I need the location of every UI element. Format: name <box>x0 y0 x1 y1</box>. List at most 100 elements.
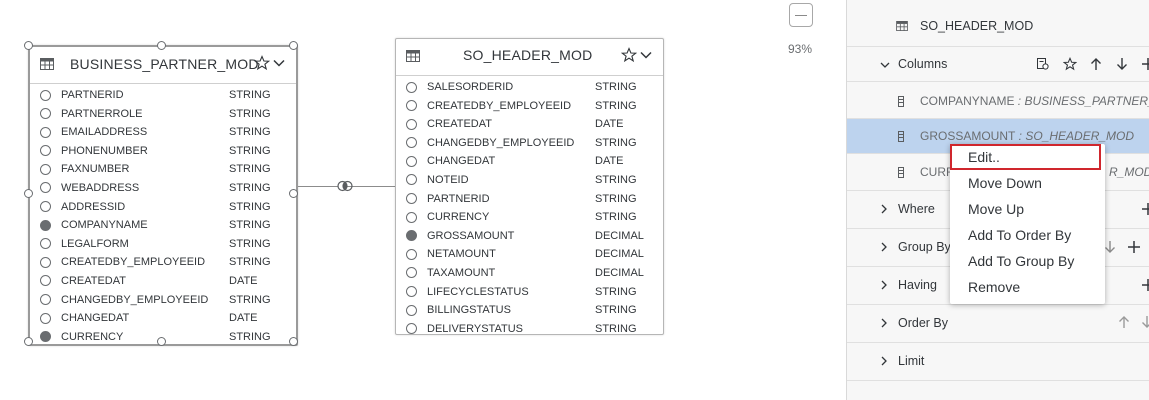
column-select-radio[interactable] <box>40 294 51 306</box>
column-select-radio[interactable] <box>40 163 51 175</box>
menu-item-remove[interactable]: Remove <box>950 274 1105 300</box>
menu-item-move-down[interactable]: Move Down <box>950 170 1105 196</box>
column-select-radio[interactable] <box>40 312 51 324</box>
column-select-radio[interactable] <box>40 219 51 231</box>
arrow-down-icon[interactable] <box>1116 57 1128 71</box>
column-row[interactable]: SALESORDERID STRING <box>396 78 663 97</box>
column-select-radio[interactable] <box>40 201 51 213</box>
chevron-down-icon[interactable] <box>879 59 891 71</box>
column-select-radio[interactable] <box>406 230 417 242</box>
menu-item-add-to-group-by[interactable]: Add To Group By <box>950 248 1105 274</box>
columns-section-header[interactable]: Columns <box>847 46 1149 82</box>
column-select-radio[interactable] <box>40 182 51 194</box>
column-select-radio[interactable] <box>406 211 417 223</box>
table-header[interactable]: SO_HEADER_MOD <box>396 39 663 76</box>
order-by-section-header[interactable]: Order By <box>847 305 1149 343</box>
resize-handle-bottom-left[interactable] <box>24 337 33 346</box>
resize-handle-top-left[interactable] <box>24 41 33 50</box>
chevron-right-icon[interactable] <box>879 203 889 215</box>
add-icon[interactable] <box>1141 57 1149 71</box>
column-row[interactable]: EMAILADDRESS STRING <box>30 123 296 142</box>
resize-handle-middle-left[interactable] <box>24 189 33 198</box>
star-icon[interactable] <box>1063 57 1077 71</box>
zoom-out-button[interactable] <box>789 3 813 27</box>
table-header[interactable]: BUSINESS_PARTNER_MOD <box>30 47 296 84</box>
arrow-down-icon[interactable] <box>1141 315 1149 329</box>
chevron-right-icon[interactable] <box>879 279 889 291</box>
column-row[interactable]: LIFECYCLESTATUS STRING <box>396 283 663 302</box>
resize-handle-bottom-right[interactable] <box>289 337 298 346</box>
resize-handle-top-right[interactable] <box>289 41 298 50</box>
table-card-so-header[interactable]: SO_HEADER_MOD SALESORDERID STRING CREATEDB… <box>395 38 664 335</box>
calculated-column-icon[interactable] <box>1036 57 1049 70</box>
column-row[interactable]: CHANGEDAT DATE <box>396 152 663 171</box>
column-row[interactable]: NOTEID STRING <box>396 171 663 190</box>
column-row[interactable]: TAXAMOUNT DECIMAL <box>396 264 663 283</box>
column-select-radio[interactable] <box>40 89 51 101</box>
column-row[interactable]: CURRENCY STRING <box>396 208 663 227</box>
column-select-radio[interactable] <box>40 275 51 287</box>
resize-handle-middle-right[interactable] <box>289 189 298 198</box>
column-row[interactable]: NETAMOUNT DECIMAL <box>396 245 663 264</box>
column-row[interactable]: CHANGEDAT DATE <box>30 309 296 328</box>
chevron-down-icon[interactable] <box>272 56 286 70</box>
menu-item-add-to-order-by[interactable]: Add To Order By <box>950 222 1105 248</box>
inner-join-icon[interactable] <box>337 180 353 192</box>
column-row[interactable]: CHANGEDBY_EMPLOYEEID STRING <box>30 291 296 310</box>
column-select-radio[interactable] <box>406 286 417 298</box>
column-select-radio[interactable] <box>406 304 417 316</box>
limit-section-header[interactable]: Limit <box>847 343 1149 381</box>
column-item-companyname[interactable]: COMPANYNAME : BUSINESS_PARTNER_... <box>847 82 1149 119</box>
column-row[interactable]: CREATEDBY_EMPLOYEEID STRING <box>30 253 296 272</box>
add-icon[interactable] <box>1127 240 1141 254</box>
column-row[interactable]: COMPANYNAME STRING <box>30 216 296 235</box>
arrow-down-icon[interactable] <box>1104 240 1116 254</box>
column-row[interactable]: CREATEDAT DATE <box>30 272 296 291</box>
column-row[interactable]: ADDRESSID STRING <box>30 198 296 217</box>
column-select-radio[interactable] <box>406 267 417 279</box>
column-select-radio[interactable] <box>40 108 51 120</box>
column-select-radio[interactable] <box>40 331 51 343</box>
menu-item-move-up[interactable]: Move Up <box>950 196 1105 222</box>
column-row[interactable]: BILLINGSTATUS STRING <box>396 301 663 320</box>
column-select-radio[interactable] <box>40 238 51 250</box>
column-row[interactable]: PARTNERROLE STRING <box>30 105 296 124</box>
chevron-right-icon[interactable] <box>879 355 889 367</box>
column-select-radio[interactable] <box>406 248 417 260</box>
column-row[interactable]: WEBADDRESS STRING <box>30 179 296 198</box>
column-select-radio[interactable] <box>406 193 417 205</box>
column-select-radio[interactable] <box>40 126 51 138</box>
column-select-radio[interactable] <box>406 155 417 167</box>
add-icon[interactable] <box>1141 278 1149 292</box>
resize-handle-top-middle[interactable] <box>157 41 166 50</box>
chevron-right-icon[interactable] <box>879 241 889 253</box>
chevron-down-icon[interactable] <box>639 48 653 62</box>
column-row[interactable]: DELIVERYSTATUS STRING <box>396 320 663 339</box>
column-select-radio[interactable] <box>406 323 417 335</box>
column-row[interactable]: GROSSAMOUNT DECIMAL <box>396 227 663 246</box>
arrow-up-icon[interactable] <box>1090 57 1102 71</box>
column-select-radio[interactable] <box>406 81 417 93</box>
add-icon[interactable] <box>1141 202 1149 216</box>
chevron-right-icon[interactable] <box>879 317 889 329</box>
modeling-canvas[interactable]: BUSINESS_PARTNER_MOD PARTNERID STRING PART… <box>0 0 846 400</box>
column-row[interactable]: FAXNUMBER STRING <box>30 160 296 179</box>
favorite-star-icon[interactable] <box>621 47 637 63</box>
column-row[interactable]: PHONENUMBER STRING <box>30 142 296 161</box>
column-select-radio[interactable] <box>406 118 417 130</box>
column-row[interactable]: CREATEDAT DATE <box>396 115 663 134</box>
column-row[interactable]: LEGALFORM STRING <box>30 235 296 254</box>
column-row[interactable]: PARTNERID STRING <box>30 86 296 105</box>
column-select-radio[interactable] <box>406 100 417 112</box>
column-row[interactable]: CHANGEDBY_EMPLOYEEID STRING <box>396 134 663 153</box>
menu-item-edit[interactable]: Edit.. <box>950 144 1101 170</box>
table-card-business-partner[interactable]: BUSINESS_PARTNER_MOD PARTNERID STRING PART… <box>28 45 298 346</box>
column-row[interactable]: CREATEDBY_EMPLOYEEID STRING <box>396 97 663 116</box>
column-row[interactable]: PARTNERID STRING <box>396 190 663 209</box>
favorite-star-icon[interactable] <box>254 55 270 71</box>
resize-handle-bottom-middle[interactable] <box>157 337 166 346</box>
column-select-radio[interactable] <box>40 145 51 157</box>
arrow-up-icon[interactable] <box>1118 315 1130 329</box>
source-table-row[interactable]: SO_HEADER_MOD <box>847 0 1149 46</box>
column-select-radio[interactable] <box>406 137 417 149</box>
